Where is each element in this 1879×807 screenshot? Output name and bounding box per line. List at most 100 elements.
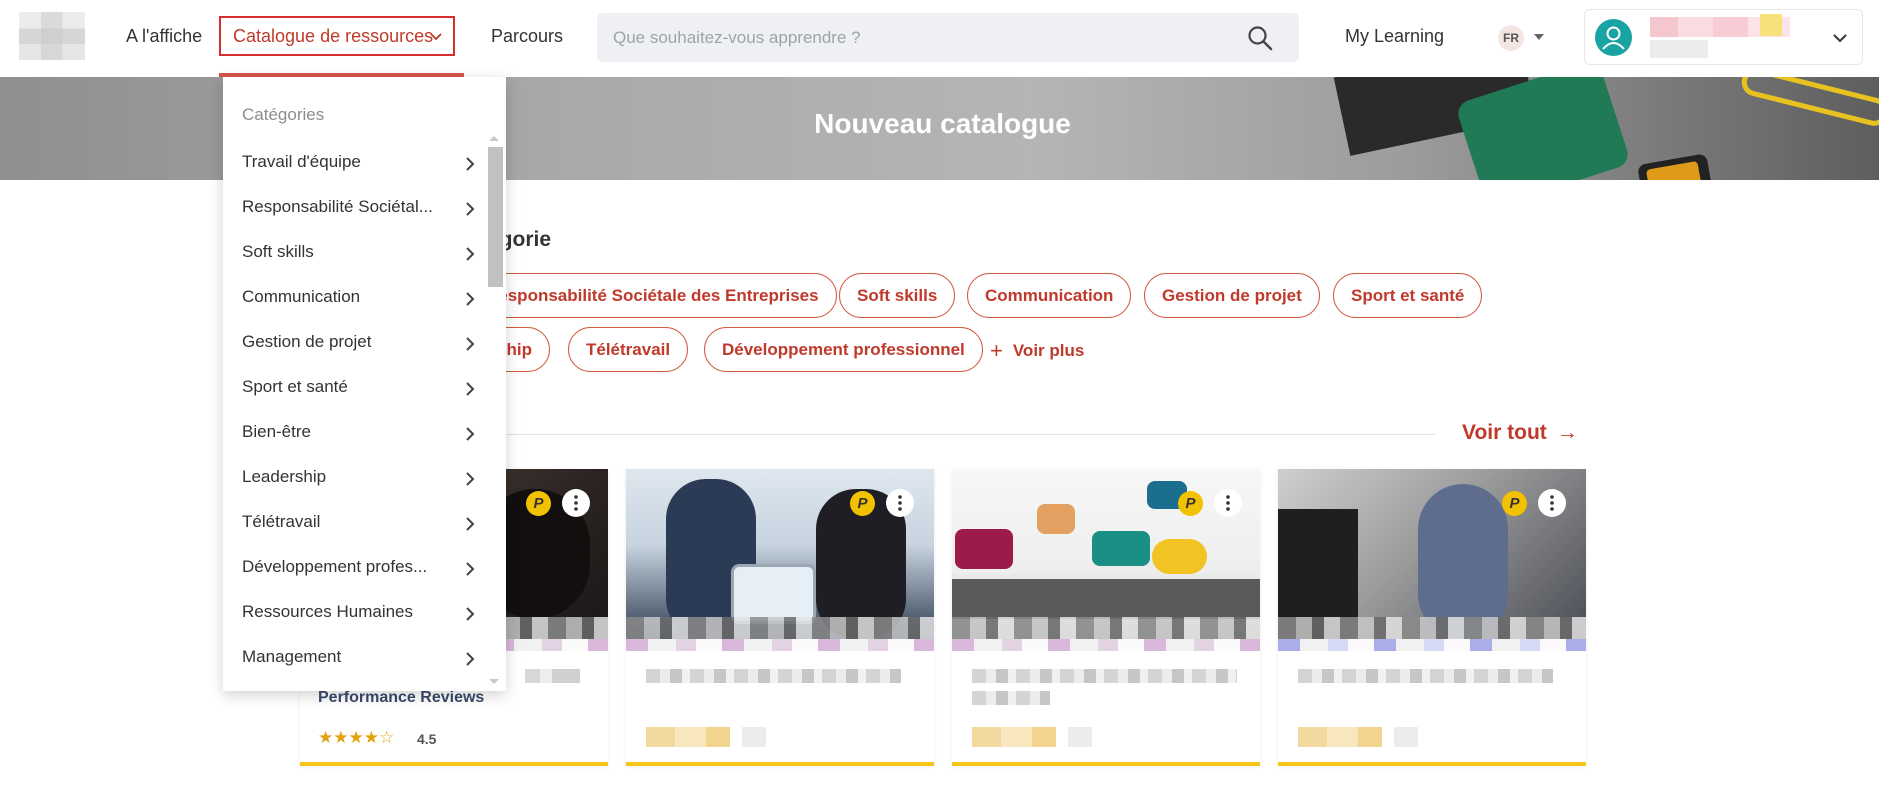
course-card[interactable]: P [1278,469,1586,766]
more-options-icon[interactable] [1214,489,1242,517]
chevron-right-icon [466,562,475,576]
chip-developpement-professionnel[interactable]: Développement professionnel [704,327,983,372]
dropdown-item-label: Télétravail [242,512,321,531]
voir-plus-label: Voir plus [1012,341,1085,360]
course-card[interactable]: P [626,469,934,766]
scrollbar-thumb[interactable] [488,147,503,287]
caret-down-icon[interactable] [1534,34,1544,40]
top-header: A l'affiche Catalogue de ressources Parc… [0,0,1879,77]
redacted-rating [1298,727,1418,747]
premium-badge: P [1502,491,1527,516]
dropdown-item-label: Soft skills [242,242,314,261]
redacted-strip [626,617,934,639]
chip-soft-skills[interactable]: Soft skills [839,273,956,318]
redacted-strip [952,639,1260,651]
more-options-icon[interactable] [562,489,590,517]
dropdown-item-bien-etre[interactable]: Bien-être [242,422,475,452]
card-accent-bar [626,762,934,766]
user-menu[interactable] [1584,9,1863,65]
chevron-right-icon [466,427,475,441]
dropdown-title: Catégories [242,105,325,124]
dropdown-item-sport-et-sante[interactable]: Sport et santé [242,377,475,407]
banner-phone2-image [1637,153,1713,180]
course-card[interactable]: P [952,469,1260,766]
company-logo[interactable] [19,12,85,60]
nav-my-learning[interactable]: My Learning [1345,26,1444,47]
dropdown-item-label: Management [242,647,342,666]
nav-catalogue-label: Catalogue de ressources [233,25,434,46]
dropdown-item-teletravail[interactable]: Télétravail [242,512,475,542]
dropdown-item-rse[interactable]: Responsabilité Sociétal... [242,197,475,227]
chevron-down-icon [430,33,442,41]
rating-value: 4.5 [417,731,437,747]
nav-parcours[interactable]: Parcours [491,26,563,47]
redacted-title-line [972,669,1237,683]
chevron-right-icon [466,157,475,171]
redacted-strip [952,617,1260,639]
nav-catalogue-de-ressources[interactable]: Catalogue de ressources [219,16,455,56]
dropdown-item-ressources-humaines[interactable]: Ressources Humaines [242,602,475,632]
chevron-right-icon [466,337,475,351]
more-options-icon[interactable] [1538,489,1566,517]
dropdown-item-travail-equipe[interactable]: Travail d'équipe [242,152,475,182]
redacted-rating [972,727,1092,747]
card-accent-bar [300,762,608,766]
more-options-icon[interactable] [886,489,914,517]
dropdown-item-management[interactable]: Management [242,647,475,677]
search-bar [597,13,1299,62]
search-icon[interactable] [1247,25,1273,51]
dropdown-item-label: Bien-être [242,422,311,441]
dropdown-item-leadership[interactable]: Leadership [242,467,475,497]
dropdown-item-soft-skills[interactable]: Soft skills [242,242,475,272]
voir-plus-link[interactable]: + Voir plus [990,338,1084,364]
dropdown-item-label: Responsabilité Sociétal... [242,197,433,216]
language-selector[interactable]: FR [1498,25,1524,51]
voir-tout-link[interactable]: Voir tout → [1462,421,1578,445]
course-title: Performance Reviews [318,689,485,706]
redacted-strip [1278,639,1586,651]
dropdown-item-label: Ressources Humaines [242,602,414,621]
premium-badge: P [526,491,551,516]
chevron-right-icon [466,292,475,306]
avatar [1595,19,1632,56]
user-badge-redacted [1760,14,1782,36]
chevron-right-icon [466,382,475,396]
redacted-strip [626,639,934,651]
premium-badge: P [850,491,875,516]
chip-communication[interactable]: Communication [967,273,1132,318]
scroll-up-icon[interactable] [489,136,499,141]
categories-dropdown: Catégories Travail d'équipe Responsabili… [223,77,506,691]
plus-icon: + [990,338,1003,363]
card-accent-bar [1278,762,1586,766]
card-accent-bar [952,762,1260,766]
dropdown-item-developpement-professionnel[interactable]: Développement profes... [242,557,475,587]
chip-gestion-de-projet[interactable]: Gestion de projet [1144,273,1320,318]
star-rating-icon: ★★★★☆ [318,728,395,747]
user-role-redacted [1650,40,1708,58]
dropdown-item-label: Leadership [242,467,327,486]
chip-sport-et-sante[interactable]: Sport et santé [1333,273,1483,318]
nav-a-l-affiche[interactable]: A l'affiche [126,26,202,47]
redacted-title-line [972,691,1050,705]
chevron-right-icon [466,247,475,261]
user-icon [1602,26,1625,50]
section-divider [488,434,1435,435]
chevron-right-icon [466,517,475,531]
chevron-down-icon[interactable] [1832,30,1848,46]
chevron-right-icon [466,472,475,486]
chevron-right-icon [466,202,475,216]
chevron-right-icon [466,607,475,621]
dropdown-item-communication[interactable]: Communication [242,287,475,317]
arrow-right-icon: → [1556,421,1578,444]
dropdown-item-label: Travail d'équipe [242,152,361,171]
chip-rse[interactable]: Responsabilité Sociétale des Entreprises [468,273,837,318]
dropdown-item-gestion-de-projet[interactable]: Gestion de projet [242,332,475,362]
chip-teletravail[interactable]: Télétravail [568,327,689,372]
dropdown-item-label: Sport et santé [242,377,348,396]
redacted-strip [1278,617,1586,639]
search-input[interactable] [613,13,1233,62]
voir-tout-label: Voir tout [1462,421,1547,444]
scroll-down-icon[interactable] [489,679,499,684]
redacted-title-line [1298,669,1553,683]
chevron-right-icon [466,652,475,666]
